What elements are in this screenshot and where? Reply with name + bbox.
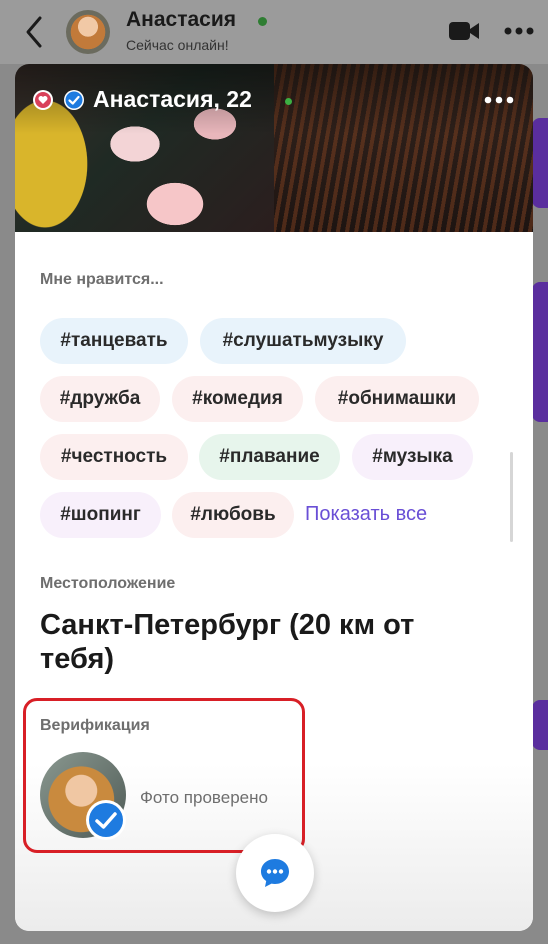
- chat-bubble-icon: [261, 859, 289, 887]
- online-indicator: [258, 17, 267, 26]
- chat-header: Анастасия Сейчас онлайн!: [0, 0, 548, 64]
- more-dots-icon: [504, 27, 534, 35]
- background-message-bubble: [532, 118, 548, 208]
- video-call-button[interactable]: [448, 20, 480, 42]
- chat-more-button[interactable]: [502, 24, 536, 38]
- back-button[interactable]: [20, 14, 48, 50]
- chat-avatar[interactable]: [66, 10, 110, 54]
- heart-badge-icon: [33, 90, 53, 110]
- online-indicator: [285, 98, 292, 105]
- likes-section-label: Мне нравится...: [40, 271, 164, 288]
- verified-check-icon: [85, 799, 127, 841]
- chat-contact-name: Анастасия: [126, 8, 237, 31]
- profile-photos[interactable]: Анастасия, 22: [15, 64, 533, 232]
- verification-status: Фото проверено: [140, 788, 268, 807]
- location-section-label: Местоположение: [40, 575, 176, 592]
- chat-status-text: Сейчас онлайн!: [126, 37, 229, 53]
- interest-tag[interactable]: #слушатьмузыку: [200, 318, 406, 364]
- interest-tag[interactable]: #танцевать: [40, 318, 188, 364]
- interest-tag[interactable]: #любовь: [172, 492, 294, 538]
- interest-tag[interactable]: #честность: [40, 434, 188, 480]
- show-all-link[interactable]: Показать все: [305, 503, 427, 526]
- interest-tag[interactable]: #музыка: [352, 434, 473, 480]
- interest-tag[interactable]: #плавание: [199, 434, 340, 480]
- location-value: Санкт-Петербург (20 км от тебя): [40, 609, 415, 675]
- background-message-bubble: [532, 282, 548, 422]
- verification-section-label: Верификация: [40, 717, 150, 734]
- interest-tag[interactable]: #обнимашки: [315, 376, 479, 422]
- interest-tag[interactable]: #комедия: [172, 376, 303, 422]
- video-camera-icon: [449, 22, 479, 40]
- profile-name-age: Анастасия, 22: [93, 86, 252, 112]
- interest-tag[interactable]: #дружба: [40, 376, 160, 422]
- chevron-left-icon: [26, 16, 42, 48]
- more-dots-icon: [484, 96, 514, 104]
- scrollbar[interactable]: [510, 452, 513, 542]
- background-message-bubble: [532, 700, 548, 750]
- profile-more-button[interactable]: [482, 93, 516, 105]
- verified-check-icon: [63, 89, 85, 111]
- interest-tag[interactable]: #шопинг: [40, 492, 161, 538]
- start-chat-button[interactable]: [236, 834, 314, 912]
- profile-card: Анастасия, 22 Мне нравится... #танцевать…: [15, 64, 533, 931]
